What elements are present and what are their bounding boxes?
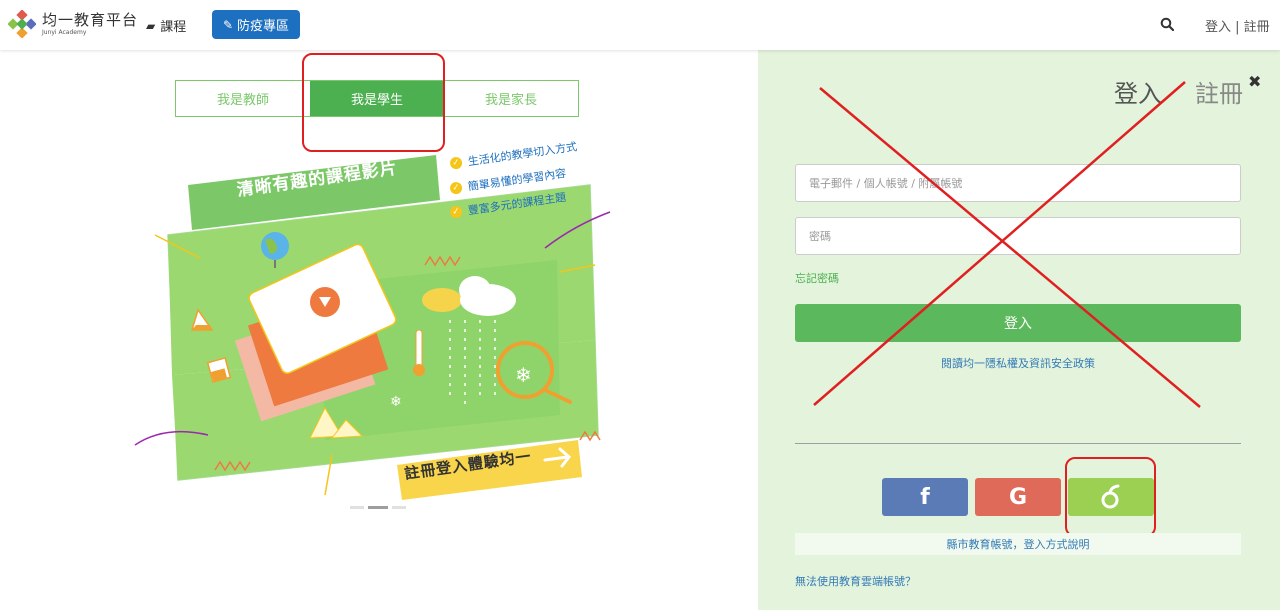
county-account-info-link[interactable]: 縣市教育帳號，登入方式說明 bbox=[795, 533, 1241, 555]
nav-covid-button[interactable]: ✎ 防疫專區 bbox=[212, 10, 300, 39]
logo-subtitle: Junyi Academy bbox=[42, 28, 87, 36]
register-tab-title[interactable]: 註冊 bbox=[1195, 74, 1243, 109]
carousel-dot[interactable] bbox=[392, 506, 406, 509]
email-field[interactable] bbox=[795, 164, 1241, 202]
top-navbar: 均一教育平台 Junyi Academy ▰ 課程 ✎ 防疫專區 登入 | 註冊 bbox=[0, 0, 1280, 50]
check-icon: ✓ bbox=[449, 181, 463, 195]
check-icon: ✓ bbox=[449, 156, 463, 170]
logo-title: 均一教育平台 bbox=[42, 10, 139, 29]
login-tab-title[interactable]: 登入 bbox=[1114, 74, 1162, 109]
nav-covid-label: 防疫專區 bbox=[237, 19, 290, 34]
check-icon: ✓ bbox=[449, 205, 463, 219]
tab-teacher[interactable]: 我是教師 bbox=[176, 81, 310, 116]
google-login-button[interactable]: G bbox=[975, 478, 1061, 516]
facebook-icon: f bbox=[920, 484, 930, 510]
no-cloud-account-link[interactable]: 無法使用教育雲端帳號？ bbox=[795, 573, 916, 589]
carousel-dot-active[interactable] bbox=[368, 506, 388, 509]
panel-divider bbox=[795, 443, 1241, 444]
privacy-policy-link[interactable]: 閱讀均一隱私權及資訊安全政策 bbox=[795, 355, 1241, 371]
junyi-logo-icon bbox=[8, 10, 36, 38]
junyi-logo[interactable]: 均一教育平台 Junyi Academy bbox=[8, 10, 138, 38]
close-icon[interactable]: ✖ bbox=[1248, 72, 1261, 91]
annotation-highlight-edu-cloud bbox=[1065, 457, 1156, 537]
google-icon: G bbox=[1008, 484, 1028, 510]
carousel-dot[interactable] bbox=[350, 506, 364, 509]
nav-course-link[interactable]: ▰ 課程 bbox=[146, 16, 187, 36]
tab-parent[interactable]: 我是家長 bbox=[444, 81, 578, 116]
facebook-login-button[interactable]: f bbox=[882, 478, 968, 516]
forgot-password-link[interactable]: 忘記密碼 bbox=[795, 270, 839, 286]
search-icon[interactable] bbox=[1160, 16, 1175, 35]
nav-course-label: 課程 bbox=[160, 20, 187, 35]
svg-text:❄: ❄ bbox=[390, 394, 402, 410]
login-button[interactable]: 登入 bbox=[795, 304, 1241, 342]
book-icon: ▰ bbox=[146, 18, 156, 33]
annotation-highlight-student-tab bbox=[302, 53, 445, 152]
header-auth-links[interactable]: 登入 | 註冊 bbox=[1205, 16, 1270, 35]
svg-text:❄: ❄ bbox=[515, 363, 532, 387]
carousel-indicators bbox=[350, 506, 406, 509]
password-field[interactable] bbox=[795, 217, 1241, 255]
pencil-icon: ✎ bbox=[222, 17, 234, 32]
